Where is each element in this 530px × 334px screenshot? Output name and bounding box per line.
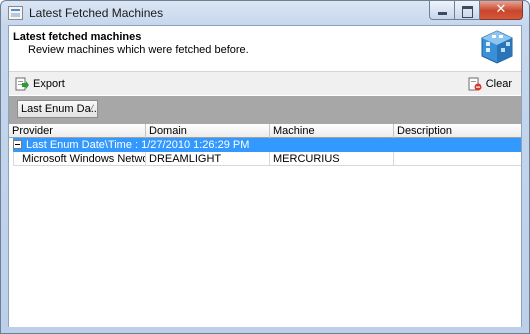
group-by-panel: Last Enum Da... ⁄ <box>9 96 521 124</box>
clear-button[interactable]: Clear <box>468 76 512 92</box>
maximize-button[interactable] <box>455 1 480 20</box>
cell-domain: DREAMLIGHT <box>146 152 270 166</box>
close-button[interactable]: ✕ <box>480 1 523 20</box>
group-row[interactable]: Last Enum Date\Time : 1/27/2010 1:26:29 … <box>13 138 521 152</box>
export-button[interactable]: Export <box>15 76 65 92</box>
minimize-button[interactable] <box>429 1 455 20</box>
client-area: Latest fetched machines Review machines … <box>8 25 522 327</box>
table-row[interactable]: Microsoft Windows Network DREAMLIGHT MER… <box>13 152 521 166</box>
network-cube-icon <box>481 30 513 64</box>
clear-icon <box>468 77 482 91</box>
dialog-header: Latest fetched machines Review machines … <box>9 26 521 71</box>
caption-buttons: ✕ <box>429 1 523 20</box>
title-bar[interactable]: Latest Fetched Machines ✕ <box>1 1 529 25</box>
export-icon <box>15 77 29 91</box>
column-header-domain[interactable]: Domain <box>146 124 270 138</box>
sort-indicator-icon: ⁄ <box>91 103 93 113</box>
cell-machine: MERCURIUS <box>270 152 394 166</box>
header-subtitle: Review machines which were fetched befor… <box>28 44 249 56</box>
window-title: Latest Fetched Machines <box>29 6 164 20</box>
machines-grid: Provider Domain Machine Description Last… <box>9 124 521 327</box>
cell-description <box>394 152 521 166</box>
export-label: Export <box>33 78 65 90</box>
app-window: Latest Fetched Machines ✕ Latest fetched… <box>0 0 530 334</box>
column-header-machine[interactable]: Machine <box>270 124 394 138</box>
group-by-chip-label: Last Enum Da... <box>21 103 98 115</box>
close-icon: ✕ <box>495 2 507 17</box>
group-row-label: Last Enum Date\Time : 1/27/2010 1:26:29 … <box>26 139 250 151</box>
grid-header: Provider Domain Machine Description <box>9 124 521 138</box>
cell-provider: Microsoft Windows Network <box>19 152 146 166</box>
column-header-provider[interactable]: Provider <box>9 124 146 138</box>
column-header-description[interactable]: Description <box>394 124 521 138</box>
header-title: Latest fetched machines <box>13 31 142 43</box>
group-by-chip[interactable]: Last Enum Da... ⁄ <box>17 100 98 118</box>
toolbar: Export Clear <box>9 71 521 95</box>
window-icon <box>8 6 23 20</box>
collapse-toggle-icon[interactable] <box>13 140 22 149</box>
clear-label: Clear <box>485 78 512 90</box>
